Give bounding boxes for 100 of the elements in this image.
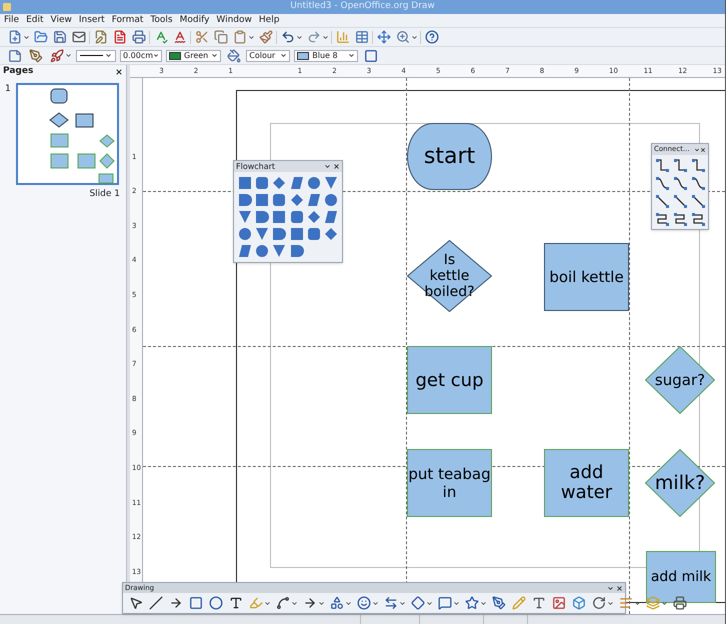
flowchart-shape-tool[interactable]	[290, 210, 304, 224]
flowchart-shape-tool[interactable]	[272, 176, 286, 190]
menu-item[interactable]: Help	[258, 14, 280, 28]
flowchart-shape-tool[interactable]	[238, 193, 252, 207]
connector-tool-icon[interactable]	[691, 176, 705, 190]
slide-thumbnail[interactable]	[16, 83, 119, 185]
shadow-button[interactable]	[362, 47, 380, 64]
menu-item[interactable]: Window	[216, 14, 252, 28]
line-tool-button[interactable]	[147, 594, 164, 612]
menu-item[interactable]: Edit	[26, 14, 44, 28]
flowchart-shape-tool[interactable]	[238, 210, 252, 224]
connector-tool-icon[interactable]	[655, 158, 669, 172]
process-shape[interactable]: add milk	[646, 551, 716, 603]
close-icon[interactable]	[333, 163, 340, 170]
decision-shape[interactable]: sugar?	[645, 346, 715, 414]
flowchart-shape-tool[interactable]	[324, 227, 338, 241]
flowchart-shape-tool[interactable]	[306, 193, 321, 207]
points-button[interactable]	[490, 594, 507, 612]
connector-tool-icon[interactable]	[655, 194, 669, 208]
connector-tool-icon[interactable]	[655, 176, 669, 190]
connector-tool-icon[interactable]	[691, 158, 705, 172]
flowchart-shape-tool[interactable]	[255, 244, 270, 258]
close-icon[interactable]	[700, 146, 706, 152]
flowchart-shape-tool[interactable]	[290, 193, 304, 207]
email-button[interactable]	[70, 28, 87, 46]
flowchart-shape-tool[interactable]	[324, 176, 338, 190]
menu-icon[interactable]	[324, 163, 331, 170]
flowchart-shape-tool[interactable]	[255, 227, 270, 241]
menu-item[interactable]: Tools	[150, 14, 173, 28]
symbol-shapes-button[interactable]	[355, 594, 372, 612]
connector-tool-icon[interactable]	[691, 194, 705, 208]
spin-icon[interactable]	[153, 52, 159, 59]
flowchart-shape-tool[interactable]	[255, 176, 270, 190]
line-style-dropdown[interactable]	[76, 50, 116, 62]
copy-button[interactable]	[212, 28, 229, 46]
flowchart-shape-tool[interactable]	[306, 227, 321, 241]
flowchart-shape-tool[interactable]	[272, 227, 286, 241]
zoom-button[interactable]	[394, 28, 411, 46]
terminator-shape[interactable]: start	[407, 123, 492, 190]
flowchart-shape-tool[interactable]	[272, 244, 286, 258]
connector-tool-icon[interactable]	[655, 212, 669, 226]
line-width-field[interactable]: 0.00cm	[120, 50, 162, 62]
flowchart-button[interactable]	[409, 594, 426, 612]
connector-tool-icon[interactable]	[673, 176, 687, 190]
print-button[interactable]	[130, 28, 147, 46]
close-icon[interactable]	[115, 68, 123, 76]
flowchart-shape-tool[interactable]	[238, 244, 252, 258]
menu-item[interactable]: View	[50, 14, 72, 28]
gluepoint-button[interactable]	[375, 28, 392, 46]
stars-button[interactable]	[463, 594, 480, 612]
connector-tool-icon[interactable]	[673, 158, 687, 172]
area-style-dropdown[interactable]: Colour	[246, 50, 290, 62]
flowchart-shape-tool[interactable]	[324, 210, 338, 224]
clone-formatting-button[interactable]	[257, 28, 274, 46]
flowchart-shape-tool[interactable]	[238, 176, 252, 190]
menu-icon[interactable]	[607, 584, 614, 592]
flowchart-shape-tool[interactable]	[272, 193, 286, 207]
cut-button[interactable]	[193, 28, 210, 46]
menu-icon[interactable]	[694, 146, 700, 152]
flowchart-shape-tool[interactable]	[306, 176, 321, 190]
process-shape[interactable]: get cup	[407, 346, 492, 414]
connector-tool-icon[interactable]	[673, 194, 687, 208]
area-button[interactable]	[225, 47, 242, 64]
menu-item[interactable]: Modify	[180, 14, 210, 28]
save-button[interactable]	[51, 28, 68, 46]
connector-tool-icon[interactable]	[673, 212, 687, 226]
flowchart-shape-tool[interactable]	[272, 210, 286, 224]
flowchart-shape-tool[interactable]	[255, 210, 270, 224]
flowchart-shape-tool[interactable]	[255, 193, 270, 207]
connector-tool-icon[interactable]	[691, 212, 705, 226]
callouts-button[interactable]	[436, 594, 453, 612]
ellipse-button[interactable]	[207, 594, 224, 612]
rectangle-button[interactable]	[187, 594, 204, 612]
extrusion-button[interactable]	[570, 594, 587, 612]
menu-item[interactable]: Format	[112, 14, 144, 28]
open-button[interactable]	[32, 28, 49, 46]
process-shape[interactable]: boil kettle	[544, 243, 629, 311]
connector-button[interactable]	[274, 594, 291, 612]
area-color-dropdown[interactable]: Blue 8	[294, 50, 358, 62]
decision-shape[interactable]: Is kettle boiled?	[407, 240, 492, 312]
table-button[interactable]	[353, 28, 370, 46]
flowchart-shape-tool[interactable]	[324, 193, 338, 207]
shape-label: boil kettle	[549, 266, 624, 288]
process-shape[interactable]: add water	[544, 449, 629, 517]
menu-item[interactable]: File	[4, 14, 20, 28]
flowchart-shape-tool[interactable]	[290, 176, 304, 190]
rotate-button[interactable]	[590, 594, 607, 612]
basic-shapes-button[interactable]	[328, 594, 345, 612]
decision-shape[interactable]: milk?	[645, 449, 715, 517]
flowchart-shape-tool[interactable]	[290, 227, 304, 241]
from-file-button[interactable]	[550, 594, 567, 612]
flowchart-shape-tool[interactable]	[238, 227, 252, 241]
process-shape[interactable]: put teabag in	[407, 449, 492, 517]
flowchart-shape-tool[interactable]	[306, 210, 321, 224]
effects-button[interactable]	[48, 47, 65, 64]
line-color-dropdown[interactable]: Green	[166, 50, 222, 62]
menu-item[interactable]: Insert	[78, 14, 105, 28]
close-icon[interactable]	[616, 584, 623, 592]
flowchart-shape-tool[interactable]	[290, 244, 304, 258]
help-button[interactable]	[423, 28, 440, 46]
